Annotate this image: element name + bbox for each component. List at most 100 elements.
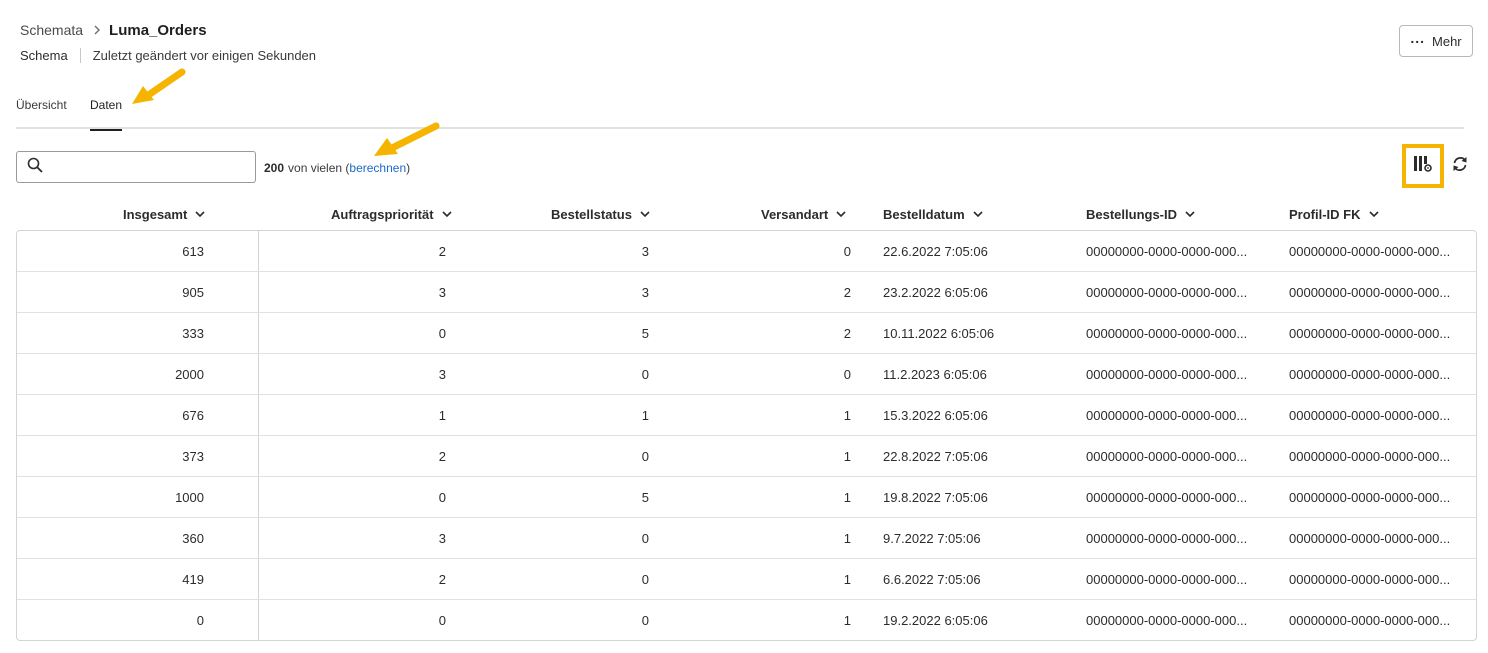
table-row[interactable]: 2000 3 0 0 11.2.2023 6:05:06 00000000-0000-00… [17,354,1476,395]
table-cell: 00000000-0000-0000-000... [1289,243,1451,259]
table-cell: 00000000-0000-0000-000... [1086,325,1248,341]
table-cell: 00000000-0000-0000-000... [1086,366,1248,382]
table-cell: 0 [641,530,649,546]
table-cell: 00000000-0000-0000-000... [1086,530,1248,546]
column-header-insgesamt[interactable]: Insgesamt [123,200,205,228]
table-cell: 00000000-0000-0000-000... [1289,571,1451,587]
table-cell: 0 [438,325,446,341]
table-cell: 1 [843,489,851,505]
column-header-versandart[interactable]: Versandart [761,200,846,228]
table-cell: 19.8.2022 7:05:06 [883,489,988,505]
table-row[interactable]: 333 0 5 2 10.11.2022 6:05:06 00000000-0000-00… [17,313,1476,354]
table-cell: 0 [641,571,649,587]
last-modified-text: Zuletzt geändert vor einigen Sekunden [92,47,317,63]
table-row[interactable]: 1000 0 5 1 19.8.2022 7:05:06 00000000-0000-00… [17,477,1476,518]
table-cell: 6.6.2022 7:05:06 [883,571,981,587]
column-header-auftragsprioritaet[interactable]: Auftragspriorität [331,200,452,228]
table-cell: 1 [843,448,851,464]
column-header-label: Auftragspriorität [331,206,434,222]
tab-data[interactable]: Daten [90,98,123,131]
column-header-bestellstatus[interactable]: Bestellstatus [551,200,650,228]
column-header-label: Profil-ID FK [1289,206,1361,222]
more-button-label: Mehr [1432,33,1462,49]
schema-subline: Schema Zuletzt geändert vor einigen Seku… [20,46,316,64]
table-cell: 2 [438,571,446,587]
chevron-down-icon [1368,210,1379,218]
arrow-annotation-icon [374,122,440,156]
table-cell: 0 [438,612,446,628]
column-header-profil-id-fk[interactable]: Profil-ID FK [1289,200,1379,228]
table-header: Insgesamt Auftragspriorität Bestellstatu… [16,200,1477,228]
table-cell: 0 [843,243,851,259]
record-count-value: 200 [264,161,285,175]
table-row[interactable]: 0 0 0 1 19.2.2022 6:05:06 00000000-0000-0000-… [17,600,1476,640]
table-cell: 1000 [175,489,204,505]
data-table: 613 2 3 0 22.6.2022 7:05:06 00000000-0000-000… [16,230,1477,641]
breadcrumb-schemata-link[interactable]: Schemata [20,22,83,38]
table-row[interactable]: 905 3 3 2 23.2.2022 6:05:06 00000000-0000-000… [17,272,1476,313]
table-cell: 333 [182,325,204,341]
column-header-label: Bestellstatus [551,206,632,222]
table-cell: 419 [182,571,204,587]
table-cell: 3 [438,366,446,382]
table-cell: 00000000-0000-0000-000... [1289,366,1451,382]
table-cell: 00000000-0000-0000-000... [1086,571,1248,587]
column-header-bestelldatum[interactable]: Bestelldatum [883,200,983,228]
chevron-down-icon [195,210,205,218]
chevron-down-icon [441,210,452,218]
record-count-close: ) [406,161,411,175]
table-row[interactable]: 419 2 0 1 6.6.2022 7:05:06 00000000-0000-0000… [17,559,1476,600]
table-cell: 1 [843,571,851,587]
table-cell: 0 [843,366,851,382]
refresh-icon [1451,155,1469,178]
table-cell: 00000000-0000-0000-000... [1289,448,1451,464]
table-row[interactable]: 373 2 0 1 22.8.2022 7:05:06 00000000-0000-000… [17,436,1476,477]
column-settings-button[interactable] [1402,144,1444,188]
table-cell: 00000000-0000-0000-000... [1289,489,1451,505]
table-cell: 2 [438,448,446,464]
table-cell: 1 [641,407,649,423]
more-button[interactable]: ... Mehr [1399,25,1473,57]
chevron-down-icon [1185,210,1195,218]
table-row[interactable]: 360 3 0 1 9.7.2022 7:05:06 00000000-0000-0000… [17,518,1476,559]
table-cell: 2 [438,243,446,259]
arrow-annotation-icon [132,68,186,104]
chevron-down-icon [973,210,983,218]
table-cell: 00000000-0000-0000-000... [1086,448,1248,464]
chevron-right-icon [93,25,101,35]
table-cell: 0 [438,489,446,505]
chevron-down-icon [836,210,846,218]
table-row[interactable]: 676 1 1 1 15.3.2022 6:05:06 00000000-0000-000… [17,395,1476,436]
page-title: Luma_Orders [109,21,207,39]
breadcrumb: Schemata Luma_Orders [20,20,207,40]
refresh-button[interactable] [1450,156,1470,176]
table-cell: 360 [182,530,204,546]
table-cell: 00000000-0000-0000-000... [1086,489,1248,505]
tab-overview[interactable]: Übersicht [16,98,67,129]
column-header-label: Versandart [761,206,829,222]
table-cell: 1 [843,407,851,423]
table-cell: 373 [182,448,204,464]
table-row[interactable]: 613 2 3 0 22.6.2022 7:05:06 00000000-0000-000… [17,231,1476,272]
table-cell: 9.7.2022 7:05:06 [883,530,981,546]
table-cell: 0 [641,366,649,382]
table-cell: 3 [641,243,649,259]
table-cell: 0 [641,612,649,628]
record-count: 200 von vielen ( berechnen ) [264,160,410,176]
search-box[interactable] [16,151,256,183]
search-icon [27,157,43,178]
search-input[interactable] [51,153,241,181]
table-cell: 3 [438,284,446,300]
table-cell: 3 [438,530,446,546]
column-header-bestellungs-id[interactable]: Bestellungs-ID [1086,200,1195,228]
table-cell: 00000000-0000-0000-000... [1086,407,1248,423]
column-header-label: Bestelldatum [883,206,965,222]
calculate-link[interactable]: berechnen [349,161,406,175]
record-count-text: von vielen ( [288,161,350,175]
table-cell: 2 [843,284,851,300]
chevron-down-icon [640,210,650,218]
table-cell: 23.2.2022 6:05:06 [883,284,988,300]
table-cell: 00000000-0000-0000-000... [1289,530,1451,546]
table-cell: 00000000-0000-0000-000... [1289,407,1451,423]
table-cell: 00000000-0000-0000-000... [1289,612,1451,628]
